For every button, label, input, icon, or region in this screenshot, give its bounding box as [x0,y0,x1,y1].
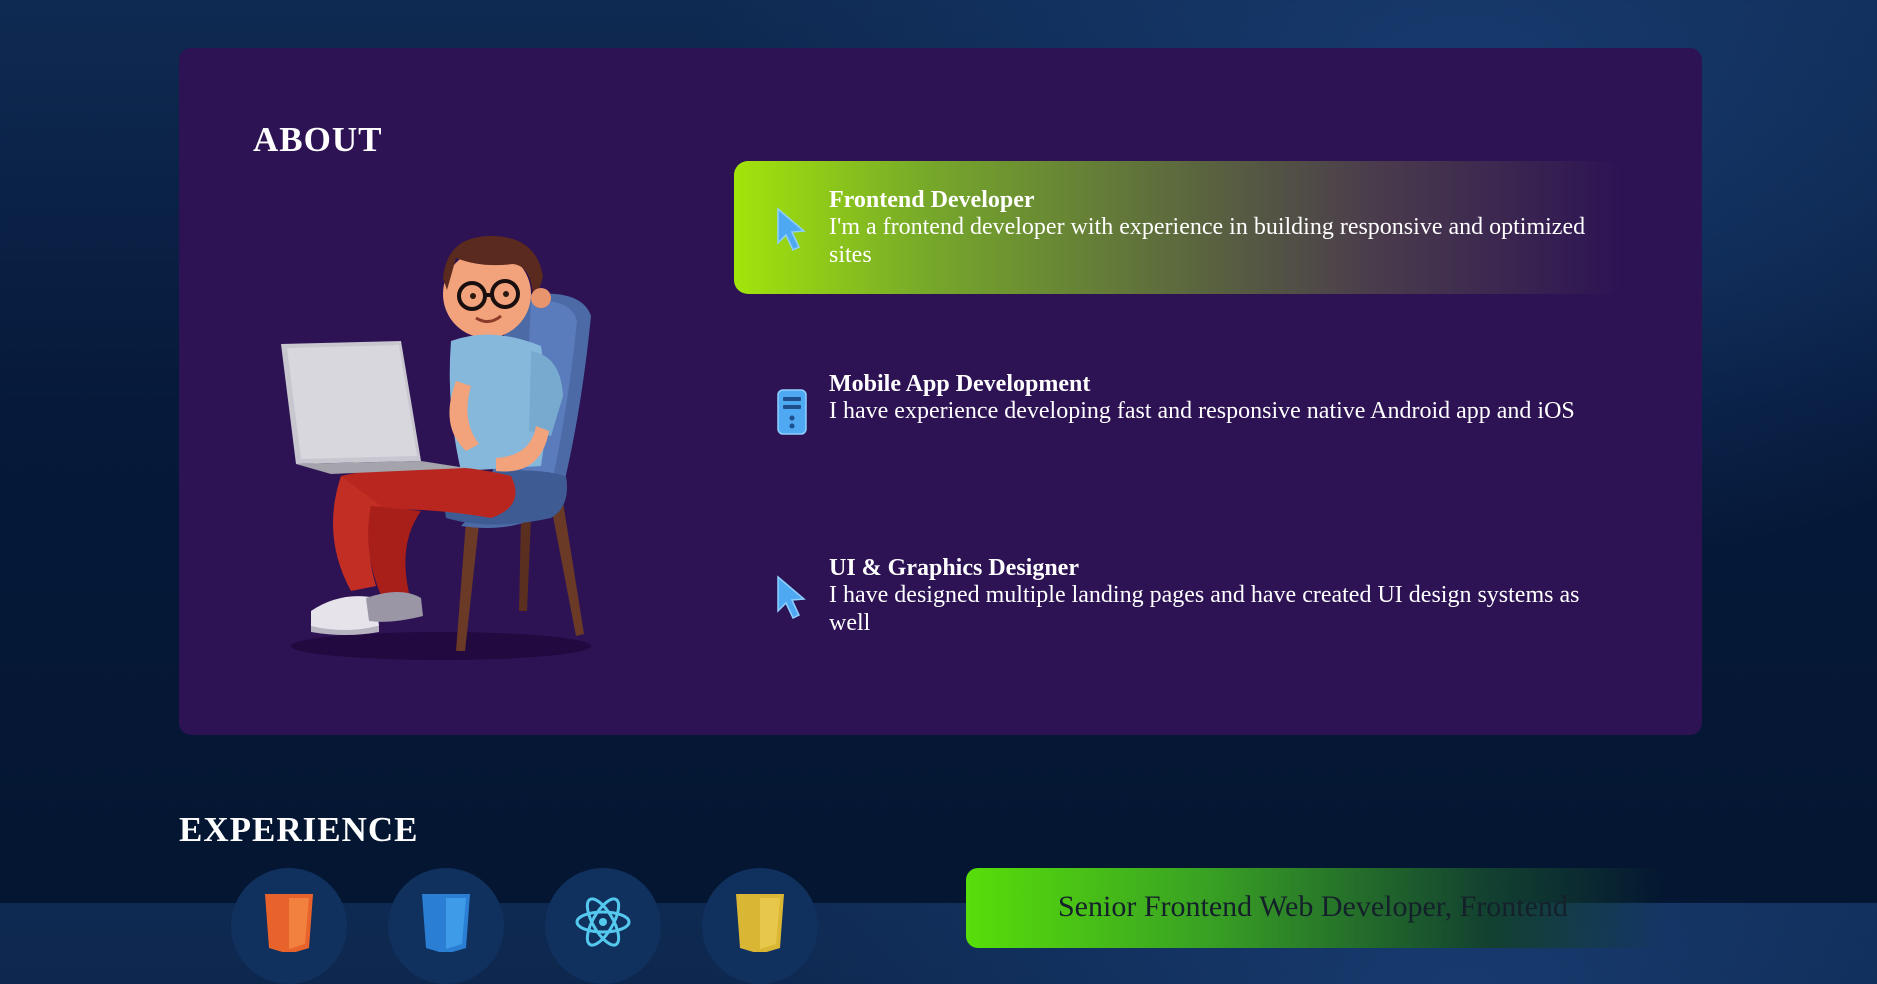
cursor-arrow-icon [777,575,806,620]
react-icon [575,897,631,947]
service-description: I have experience developing fast and re… [829,398,1575,424]
service-title: Mobile App Development [829,371,1091,397]
tech-circle-javascript [702,868,818,984]
tech-circle-html [231,868,347,984]
job-title: Senior Frontend Web Developer, Frontend [1058,890,1568,923]
service-title: Frontend Developer [829,187,1035,213]
about-title: ABOUT [253,120,383,159]
tech-circle-css [388,868,504,984]
javascript-icon [736,894,784,952]
service-title: UI & Graphics Designer [829,555,1079,581]
service-mobile-app-development[interactable]: Mobile App Development I have experience… [734,345,1622,478]
about-card: ABOUT Frontend Developer I'm a frontend … [179,48,1702,735]
css3-icon [422,894,470,952]
service-frontend-developer[interactable]: Frontend Developer I'm a frontend develo… [734,161,1622,294]
developer-illustration [281,236,591,660]
server-icon [777,389,807,435]
cursor-arrow-icon [777,207,806,252]
html5-icon [265,894,313,952]
service-description: I have designed multiple landing pages a… [829,582,1580,636]
tech-circle-react [545,868,661,984]
service-description: I'm a frontend developer with experience… [829,214,1586,268]
service-ui-graphics-designer[interactable]: UI & Graphics Designer I have designed m… [734,529,1622,662]
experience-job-card[interactable]: Senior Frontend Web Developer, Frontend [966,868,1666,948]
experience-title: EXPERIENCE [179,810,419,849]
